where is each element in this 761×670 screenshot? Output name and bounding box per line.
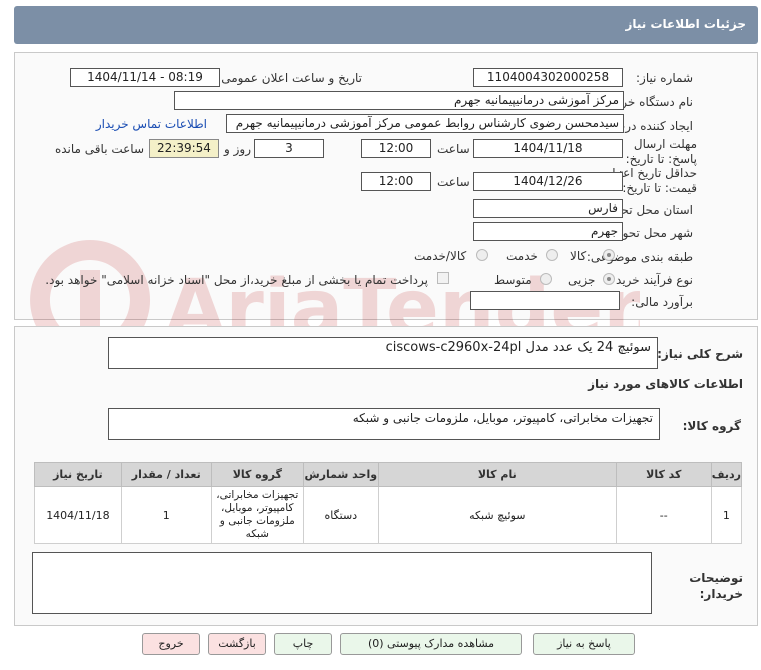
col-unit: واحد شمارش bbox=[302, 462, 379, 487]
category-both-label: کالا/خدمت bbox=[414, 249, 467, 263]
group-label: گروه کالا: bbox=[682, 419, 741, 433]
buyer-notes-field[interactable] bbox=[32, 552, 652, 614]
deadline-date-field: 1404/11/18 bbox=[473, 139, 623, 158]
page-title: جزئیات اطلاعات نیاز bbox=[625, 17, 746, 31]
col-group: گروه کالا bbox=[210, 462, 304, 487]
creator-field: سیدمحسن رضوی کارشناس روابط عمومی مرکز آم… bbox=[226, 114, 624, 133]
remaining-label: ساعت باقی مانده bbox=[54, 142, 144, 156]
col-row: ردیف bbox=[710, 462, 743, 487]
days-label: روز و bbox=[224, 142, 251, 156]
announce-label: تاریخ و ساعت اعلان عمومی: bbox=[217, 71, 362, 85]
process-medium-label: متوسط bbox=[494, 273, 532, 287]
treasury-payment-checkbox[interactable] bbox=[437, 272, 449, 284]
need-number-field: 1104004302000258 bbox=[473, 68, 623, 87]
cell-code: -- bbox=[615, 486, 712, 544]
cell-name: سوئیچ شبکه bbox=[377, 486, 617, 544]
validity-time-field: 12:00 bbox=[361, 172, 431, 191]
cell-row: 1 bbox=[710, 486, 743, 544]
exit-button[interactable]: خروج bbox=[142, 633, 200, 655]
page-header: جزئیات اطلاعات نیاز bbox=[14, 6, 758, 44]
contact-buyer-link[interactable]: اطلاعات تماس خریدار bbox=[96, 117, 207, 131]
description-label: شرح کلی نیاز: bbox=[657, 347, 743, 361]
process-minor-label: جزیی bbox=[568, 273, 596, 287]
cell-date: 1404/11/18 bbox=[34, 486, 122, 544]
cell-group: تجهیزات مخابراتی، کامپیوتر، موبایل، ملزو… bbox=[210, 486, 304, 544]
deadline-time-field: 12:00 bbox=[361, 139, 431, 158]
col-date: تاریخ نیاز bbox=[34, 462, 122, 487]
estimate-label: برآورد مالی: bbox=[631, 295, 693, 309]
need-number-label: شماره نیاز: bbox=[636, 71, 693, 85]
back-button[interactable]: بازگشت bbox=[208, 633, 266, 655]
city-field: جهرم bbox=[473, 222, 623, 241]
deadline-time-label: ساعت bbox=[437, 142, 470, 156]
reply-button[interactable]: پاسخ به نیاز bbox=[533, 633, 635, 655]
estimate-field bbox=[470, 291, 620, 310]
treasury-payment-note: پرداخت تمام یا بخشی از مبلغ خرید،از محل … bbox=[45, 273, 428, 287]
view-attachments-button[interactable]: مشاهده مدارک پیوستی (0) bbox=[340, 633, 522, 655]
col-qty: تعداد / مقدار bbox=[120, 462, 212, 487]
validity-time-label: ساعت bbox=[437, 175, 470, 189]
cell-qty: 1 bbox=[120, 486, 212, 544]
validity-date-field: 1404/12/26 bbox=[473, 172, 623, 191]
print-button[interactable]: چاپ bbox=[274, 633, 332, 655]
deadline-label: مهلت ارسال پاسخ: تا تاریخ: bbox=[625, 137, 697, 166]
category-service-label: خدمت bbox=[506, 249, 538, 263]
table-header-row: ردیف کد کالا نام کالا واحد شمارش گروه کا… bbox=[34, 462, 743, 487]
items-title: اطلاعات کالاهای مورد نیاز bbox=[588, 377, 743, 391]
announce-field: 1404/11/14 - 08:19 bbox=[70, 68, 220, 87]
description-field: سوئیچ 24 یک عدد مدل ciscows-c2960x-24pl bbox=[108, 337, 658, 369]
process-minor-radio[interactable] bbox=[603, 273, 615, 285]
col-name: نام کالا bbox=[377, 462, 617, 487]
col-code: کد کالا bbox=[615, 462, 712, 487]
province-field: فارس bbox=[473, 199, 623, 218]
days-count-field: 3 bbox=[254, 139, 324, 158]
category-service-radio[interactable] bbox=[546, 249, 558, 261]
cell-unit: دستگاه bbox=[302, 486, 379, 544]
buyer-org-field: مرکز آموزشی درمانیپیمانیه جهرم bbox=[174, 91, 624, 110]
buyer-notes-label: توضیحات خریدار: bbox=[689, 571, 743, 601]
process-medium-radio[interactable] bbox=[540, 273, 552, 285]
category-goods-radio[interactable] bbox=[603, 249, 615, 261]
group-field: تجهیزات مخابراتی، کامپیوتر، موبایل، ملزو… bbox=[108, 408, 660, 440]
process-label: نوع فرآیند خرید : bbox=[608, 273, 693, 287]
category-goods-label: کالا bbox=[570, 249, 587, 263]
table-row: 1 -- سوئیچ شبکه دستگاه تجهیزات مخابراتی،… bbox=[34, 486, 743, 544]
remaining-time-field: 22:39:54 bbox=[149, 139, 219, 158]
category-both-radio[interactable] bbox=[476, 249, 488, 261]
items-table: ردیف کد کالا نام کالا واحد شمارش گروه کا… bbox=[34, 462, 743, 544]
